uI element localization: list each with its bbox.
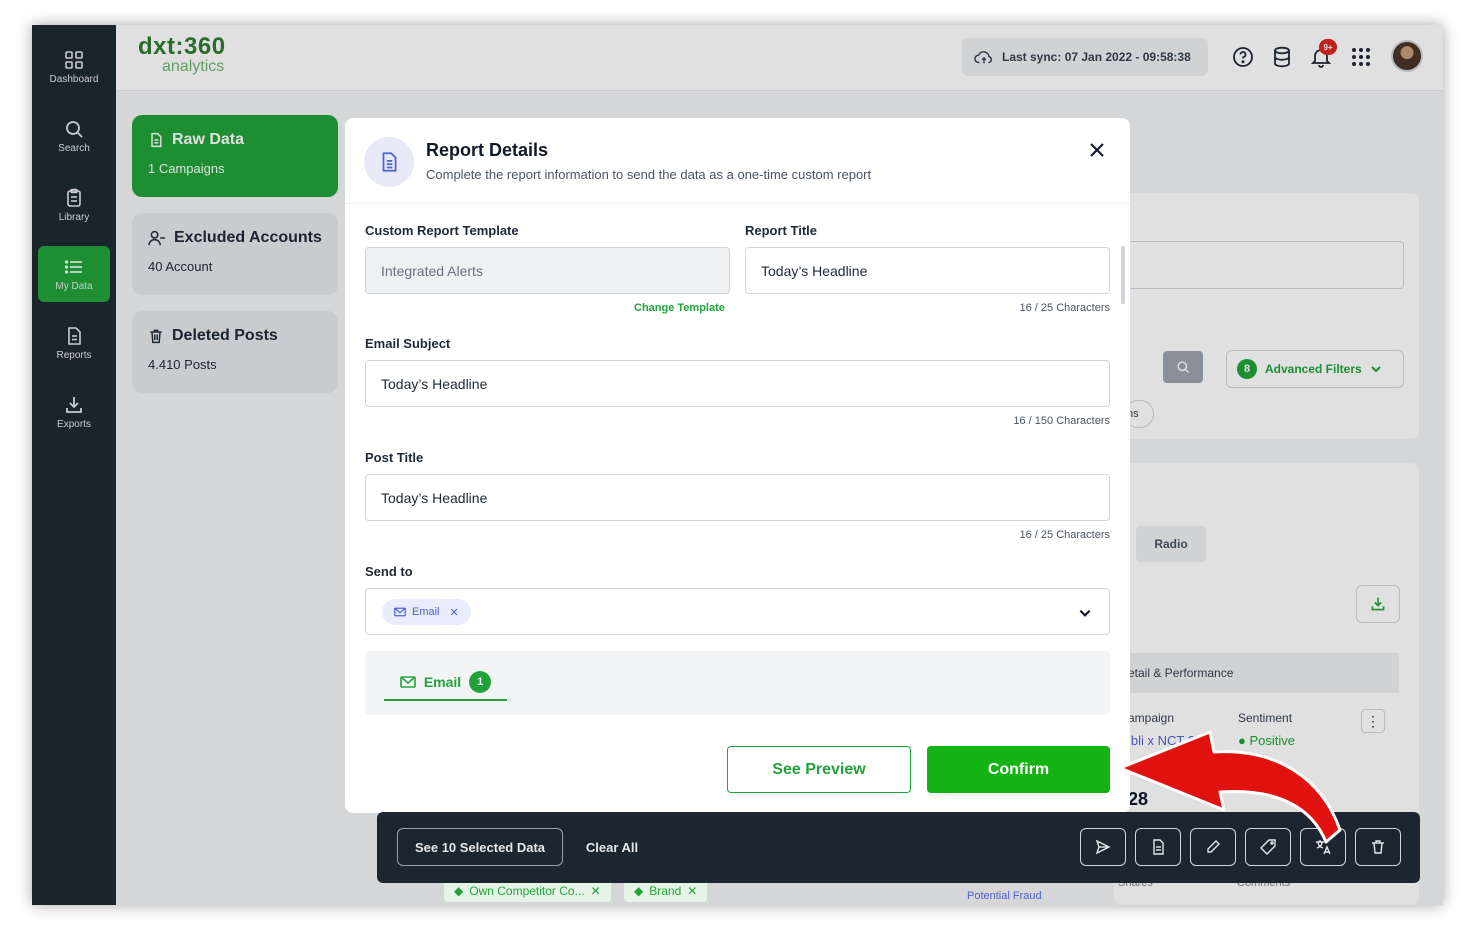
mail-icon: [394, 607, 406, 617]
modal-header: Report Details Complete the report infor…: [345, 118, 1130, 204]
report-details-modal: Report Details Complete the report infor…: [345, 118, 1130, 813]
mail-icon: [400, 676, 416, 688]
tag-icon: ◆: [454, 884, 464, 898]
post-title-label: Post Title: [365, 450, 424, 465]
close-icon: [1090, 143, 1104, 157]
chevron-down-icon[interactable]: [1078, 606, 1092, 620]
tab-count-badge: 1: [469, 671, 492, 693]
modal-subtitle: Complete the report information to send …: [426, 167, 872, 182]
email-subject-label: Email Subject: [365, 336, 451, 351]
email-subject-counter: 16 / 150 Characters: [1013, 415, 1110, 427]
modal-scrollbar[interactable]: [1121, 246, 1125, 304]
post-title-counter: 16 / 25 Characters: [1019, 529, 1111, 541]
tab-email[interactable]: Email 1: [384, 665, 507, 701]
report-icon-wrap: [364, 137, 414, 187]
report-title-label: Report Title: [745, 223, 817, 238]
see-selected-button[interactable]: See 10 Selected Data: [397, 828, 563, 866]
red-annotation-arrow: [1118, 730, 1342, 844]
tag-icon: ◆: [634, 884, 644, 898]
report-title-input[interactable]: Today’s Headline: [745, 247, 1110, 294]
chip-label: Email: [412, 606, 440, 618]
change-template-link[interactable]: Change Template: [634, 302, 725, 314]
template-field: Integrated Alerts: [365, 247, 730, 294]
trash-icon: [1372, 840, 1384, 854]
modal-title: Report Details: [426, 140, 549, 160]
email-subject-input[interactable]: Today’s Headline: [365, 360, 1110, 407]
report-title-counter: 16 / 25 Characters: [1019, 302, 1111, 314]
close-icon[interactable]: ✕: [687, 884, 697, 898]
post-title-input[interactable]: Today’s Headline: [365, 474, 1110, 521]
clear-all-button[interactable]: Clear All: [575, 828, 649, 866]
channel-tabs: Email 1: [365, 651, 1110, 715]
confirm-button[interactable]: Confirm: [927, 746, 1110, 793]
remove-chip-icon[interactable]: ✕: [450, 606, 459, 619]
tag-potential-fraud: Potential Fraud: [967, 890, 1042, 902]
tag-own-competitor[interactable]: ◆ Own Competitor Co... ✕: [444, 880, 611, 902]
tag-brand[interactable]: ◆ Brand ✕: [624, 880, 708, 902]
send-to-label: Send to: [365, 564, 413, 579]
report-document-icon: [382, 152, 397, 172]
close-icon[interactable]: ✕: [591, 884, 601, 898]
see-preview-button[interactable]: See Preview: [727, 746, 911, 793]
close-button[interactable]: [1085, 138, 1109, 162]
tag-label: Own Competitor Co...: [469, 884, 585, 898]
delete-button[interactable]: [1355, 828, 1401, 866]
send-to-select[interactable]: Email ✕: [365, 588, 1110, 635]
tab-label: Email: [423, 674, 462, 690]
template-label: Custom Report Template: [365, 223, 519, 238]
send-to-chip-email[interactable]: Email ✕: [382, 599, 471, 625]
tag-label: Brand: [649, 884, 682, 898]
